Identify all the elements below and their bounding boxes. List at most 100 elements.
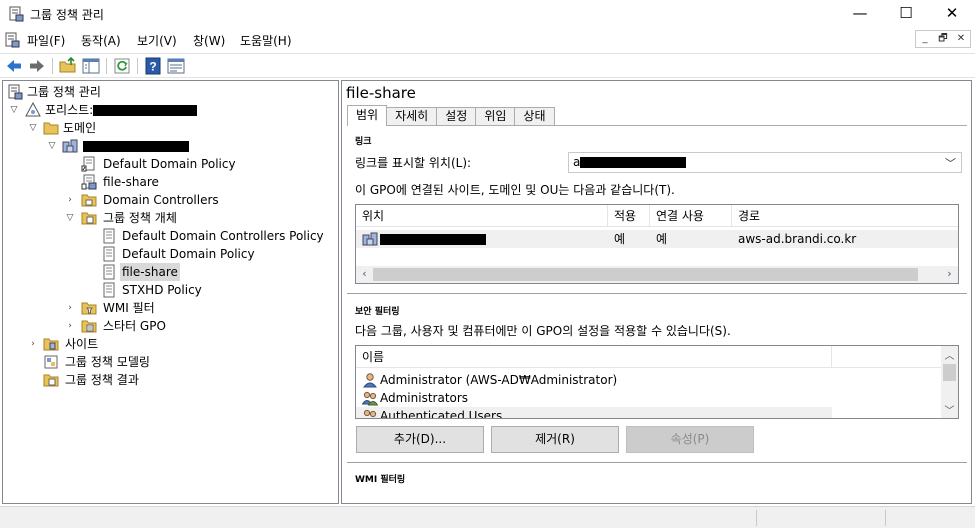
tree-node-gpo-item-selected[interactable]: file-share (3, 263, 333, 281)
links-section-label: 링크 (355, 137, 372, 147)
scroll-left-icon[interactable]: ‹ (356, 267, 373, 280)
chevron-right-icon[interactable]: › (65, 317, 75, 335)
status-cell (885, 510, 886, 526)
tree-label: Domain Controllers (103, 193, 219, 207)
tree-node-default-domain-policy-link[interactable]: Default Domain Policy (3, 155, 333, 173)
menu-window[interactable]: 창(W) (193, 32, 225, 49)
forward-arrow-icon[interactable] (28, 57, 46, 75)
mdi-minimize-button[interactable]: _ (916, 31, 934, 47)
refresh-icon[interactable] (113, 57, 131, 75)
tab-scope[interactable]: 범위 (347, 105, 388, 126)
up-folder-icon[interactable] (59, 57, 77, 75)
security-vertical-scrollbar[interactable]: ︿ ﹀ (941, 346, 958, 418)
tree-node-domain-controllers[interactable]: › Domain Controllers (3, 191, 333, 209)
chevron-down-icon[interactable]: ▽ (28, 119, 38, 137)
tab-delegation[interactable]: 위임 (475, 107, 516, 126)
column-link-enabled[interactable]: 연결 사용 (650, 205, 732, 227)
link-location-dropdown[interactable]: a ﹀ (568, 152, 962, 173)
help-icon[interactable]: ? (144, 57, 162, 75)
wmi-filtering-label: WMI 필터링 (355, 475, 406, 485)
gpo-icon (103, 282, 115, 298)
chevron-down-icon[interactable]: ▽ (47, 137, 57, 155)
properties-icon[interactable] (167, 57, 185, 75)
tree-node-results[interactable]: 그룹 정책 결과 (3, 371, 333, 389)
tab-details[interactable]: 자세히 (386, 107, 438, 126)
tree-node-domains[interactable]: ▽ 도메인 (3, 119, 333, 137)
tree-label: 도메인 (63, 121, 97, 135)
forest-label: 포리스트: (45, 103, 94, 117)
show-hide-tree-icon[interactable] (82, 57, 100, 75)
list-item[interactable]: Authenticated Users (356, 407, 832, 418)
title-bar: 그룹 정책 관리 — ☐ ✕ (0, 0, 975, 28)
tree-node-forest[interactable]: ▽ 포리스트: (3, 101, 333, 119)
remove-button[interactable]: 제거(R) (491, 426, 619, 453)
properties-button[interactable]: 속성(P) (626, 426, 754, 453)
tree-label: Default Domain Policy (103, 157, 236, 171)
gpo-link-icon (81, 174, 97, 190)
tree-label: Default Domain Policy (122, 247, 255, 261)
scrollbar-thumb[interactable] (373, 268, 918, 281)
cell-link-enabled: 예 (656, 232, 668, 246)
list-item[interactable]: Administrators (356, 389, 958, 407)
details-tabs: 범위 자세히 설정 위임 상태 (347, 105, 555, 126)
menu-action[interactable]: 동작(A) (81, 32, 121, 49)
scrollbar-thumb[interactable] (943, 364, 956, 381)
gpo-icon (103, 228, 115, 244)
tree-node-wmi-filters[interactable]: › WMI 필터 (3, 299, 333, 317)
chevron-down-icon[interactable]: ▽ (9, 101, 19, 119)
security-filtering-list[interactable]: 이름 ^ Administrator (AWS-AD₩Administrator… (355, 345, 959, 419)
chevron-down-icon[interactable]: ▽ (65, 209, 75, 227)
tree-node-modeling[interactable]: 그룹 정책 모델링 (3, 353, 333, 371)
mdi-controls: _ 🗗 ✕ (915, 30, 971, 48)
tree-node-gpo-item[interactable]: STXHD Policy (3, 281, 333, 299)
tree-node-domain[interactable]: ▽ (3, 137, 333, 155)
tree-node-gpo-item[interactable]: Default Domain Controllers Policy (3, 227, 333, 245)
tree-node-sites[interactable]: › 사이트 (3, 335, 333, 353)
tree-node-file-share-link[interactable]: file-share (3, 173, 333, 191)
close-button[interactable]: ✕ (929, 0, 975, 28)
tree-label: file-share (120, 263, 180, 281)
links-description: 이 GPO에 연결된 사이트, 도메인 및 OU는 다음과 같습니다(T). (355, 183, 675, 197)
group-policy-icon (8, 84, 23, 100)
menu-view[interactable]: 보기(V) (137, 32, 177, 49)
console-tree[interactable]: 그룹 정책 관리 ▽ 포리스트: ▽ 도메인 ▽ Default Domain … (2, 80, 339, 504)
tab-settings[interactable]: 설정 (436, 107, 477, 126)
gpo-title: file-share (346, 84, 416, 102)
links-horizontal-scrollbar[interactable]: ‹ › (356, 266, 958, 283)
chevron-right-icon[interactable]: › (65, 191, 75, 209)
links-grid[interactable]: 위치 적용 연결 사용 경로 ^ 예 예 aws-ad.brandi.co.kr… (355, 204, 959, 284)
tree-node-root[interactable]: 그룹 정책 관리 (3, 83, 333, 101)
menu-file[interactable]: 파일(F) (27, 32, 65, 49)
details-pane: file-share 범위 자세히 설정 위임 상태 링크 링크를 표시할 위치… (341, 80, 972, 504)
add-button[interactable]: 추가(D)... (356, 426, 484, 453)
sites-folder-icon (43, 338, 59, 351)
list-item[interactable]: Administrator (AWS-AD₩Administrator) (356, 371, 958, 389)
mdi-close-button[interactable]: ✕ (952, 31, 970, 47)
scroll-right-icon[interactable]: › (941, 267, 958, 280)
tree-node-starter-gpo[interactable]: › 스타터 GPO (3, 317, 333, 335)
tab-status[interactable]: 상태 (514, 107, 555, 126)
mdi-restore-button[interactable]: 🗗 (934, 31, 952, 47)
gpo-folder-icon (81, 212, 97, 225)
scroll-up-icon[interactable]: ︿ (941, 347, 958, 362)
scroll-down-icon[interactable]: ﹀ (941, 402, 958, 417)
tree-label: 그룹 정책 관리 (27, 85, 101, 99)
chevron-right-icon[interactable]: › (28, 335, 38, 353)
scope-tab-content: 링크 링크를 표시할 위치(L): a ﹀ 이 GPO에 연결된 사이트, 도메… (347, 125, 967, 503)
tree-label: 그룹 정책 모델링 (65, 355, 150, 369)
minimize-button[interactable]: — (837, 0, 883, 28)
tree-node-gpo-container[interactable]: ▽ 그룹 정책 개체 (3, 209, 333, 227)
tree-label: 스타터 GPO (103, 319, 166, 333)
column-enforced[interactable]: 적용 (608, 205, 650, 227)
column-path[interactable]: 경로 (732, 205, 958, 227)
svg-text:?: ? (149, 60, 156, 74)
menu-help[interactable]: 도움말(H) (240, 32, 292, 49)
security-grid-header: 이름 (356, 346, 958, 368)
cell-path: aws-ad.brandi.co.kr (738, 232, 857, 246)
maximize-button[interactable]: ☐ (883, 0, 929, 28)
table-row[interactable]: 예 예 aws-ad.brandi.co.kr (356, 230, 958, 248)
redacted-link-location (380, 234, 486, 245)
tree-node-gpo-item[interactable]: Default Domain Policy (3, 245, 333, 263)
chevron-right-icon[interactable]: › (65, 299, 75, 317)
back-arrow-icon[interactable] (5, 57, 23, 75)
